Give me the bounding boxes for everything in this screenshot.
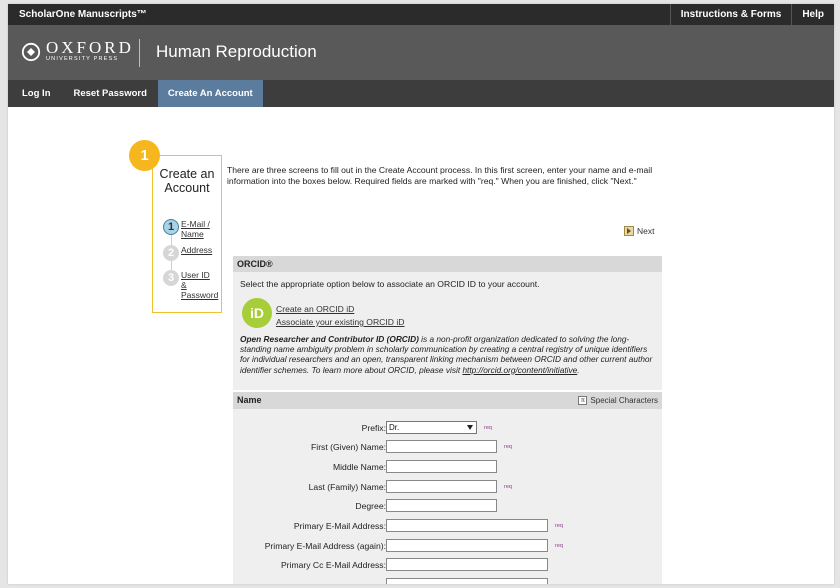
last-name-row: Last (Family) Name: req — [233, 478, 662, 498]
first-name-row: First (Given) Name: req — [233, 438, 662, 458]
last-name-input[interactable] — [386, 480, 497, 493]
orcid-info-link[interactable]: http://orcid.org/content/initiative — [462, 365, 577, 375]
dropdown-arrow-icon — [467, 425, 473, 430]
cc-email-row: Primary Cc E-Mail Address: — [233, 556, 662, 576]
orcid-prompt: Select the appropriate option below to a… — [240, 279, 540, 289]
degree-input[interactable] — [386, 499, 497, 512]
step-label-address: Address — [181, 245, 213, 255]
top-bar: ScholarOne Manuscripts™ Instructions & F… — [8, 4, 834, 25]
journal-header: OXFORD UNIVERSITY PRESS Human Reproducti… — [8, 25, 834, 80]
annotation-marker: 1 — [129, 140, 160, 171]
nav-create-account[interactable]: Create An Account — [157, 80, 263, 107]
logo-wordmark: OXFORD — [46, 38, 134, 57]
journal-title: Human Reproduction — [156, 42, 317, 61]
header-divider — [139, 39, 140, 67]
step-label-user-id-password: User ID & Password — [181, 270, 219, 300]
orcid-section: Select the appropriate option below to a… — [233, 272, 662, 390]
email-again-row: Primary E-Mail Address (again): req — [233, 537, 662, 557]
email-again-label: Primary E-Mail Address (again): — [264, 541, 386, 551]
middle-name-label: Middle Name: — [332, 462, 386, 472]
first-name-input[interactable] — [386, 440, 497, 453]
degree-row: Degree: — [233, 497, 662, 517]
cc-email-label: Primary Cc E-Mail Address: — [280, 560, 386, 570]
orcid-section-header: ORCID® — [233, 256, 662, 272]
req-marker: req — [484, 425, 492, 431]
step-number-3: 3 — [163, 270, 179, 286]
name-section-header: Name π Special Characters — [233, 392, 662, 409]
first-name-label: First (Given) Name: — [311, 442, 386, 452]
step-user-id-password[interactable]: 3 User ID & Password — [163, 270, 218, 300]
req-marker: req — [555, 523, 563, 529]
next-arrow-icon — [624, 226, 634, 236]
top-links: Instructions & Forms Help — [669, 4, 834, 25]
nav-log-in[interactable]: Log In — [8, 80, 60, 107]
next-field-row — [233, 576, 662, 584]
prefix-row: Prefix: Dr. req — [233, 419, 662, 439]
name-section-title: Name — [237, 395, 262, 405]
prefix-label: Prefix: — [361, 423, 386, 433]
req-marker: req — [504, 444, 512, 450]
orcid-id-icon: iD — [242, 298, 272, 328]
req-marker: req — [555, 543, 563, 549]
step-number-1: 1 — [163, 219, 179, 235]
last-name-label: Last (Family) Name: — [308, 482, 386, 492]
email-label: Primary E-Mail Address: — [293, 521, 386, 531]
oxford-logo[interactable]: OXFORD UNIVERSITY PRESS — [21, 38, 134, 63]
pi-icon: π — [578, 396, 588, 405]
step-number-2: 2 — [163, 245, 179, 261]
account-steps-panel: Create an Account 1 E-Mail / Name 2 Addre… — [152, 155, 222, 313]
degree-label: Degree: — [355, 501, 386, 511]
special-characters-button[interactable]: π Special Characters — [578, 392, 658, 409]
additional-email-input[interactable] — [386, 578, 548, 584]
orcid-description: Open Researcher and Contributor ID (ORCI… — [240, 334, 653, 375]
associate-orcid-link[interactable]: Associate your existing ORCID iD — [276, 317, 404, 327]
email-row: Primary E-Mail Address: req — [233, 517, 662, 537]
main-nav: Log In Reset Password Create An Account — [8, 80, 834, 107]
next-label: Next — [637, 226, 655, 236]
create-orcid-link[interactable]: Create an ORCID iD — [276, 304, 354, 314]
step-address[interactable]: 2 Address — [163, 245, 212, 261]
steps-title: Create an Account — [159, 167, 215, 195]
logo-subtitle: UNIVERSITY PRESS — [46, 56, 119, 62]
middle-name-row: Middle Name: — [233, 458, 662, 478]
intro-text: There are three screens to fill out in t… — [227, 165, 653, 186]
nav-reset-password[interactable]: Reset Password — [60, 80, 156, 107]
prefix-select[interactable]: Dr. — [386, 421, 477, 434]
brand-name: ScholarOne Manuscripts™ — [19, 9, 147, 20]
step-label-email-name: E-Mail / Name — [181, 219, 210, 239]
step-email-name[interactable]: 1 E-Mail / Name — [163, 219, 210, 239]
cc-email-input[interactable] — [386, 558, 548, 571]
instructions-forms-link[interactable]: Instructions & Forms — [669, 4, 792, 25]
email-input[interactable] — [386, 519, 548, 532]
help-link[interactable]: Help — [791, 4, 834, 25]
browser-frame: ScholarOne Manuscripts™ Instructions & F… — [8, 4, 834, 584]
email-again-input[interactable] — [386, 539, 548, 552]
next-button[interactable]: Next — [624, 226, 654, 236]
req-marker: req — [504, 484, 512, 490]
oup-emblem-icon — [21, 42, 41, 61]
middle-name-input[interactable] — [386, 460, 497, 473]
name-form: Prefix: Dr. req First (Given) Name: req … — [233, 409, 662, 584]
